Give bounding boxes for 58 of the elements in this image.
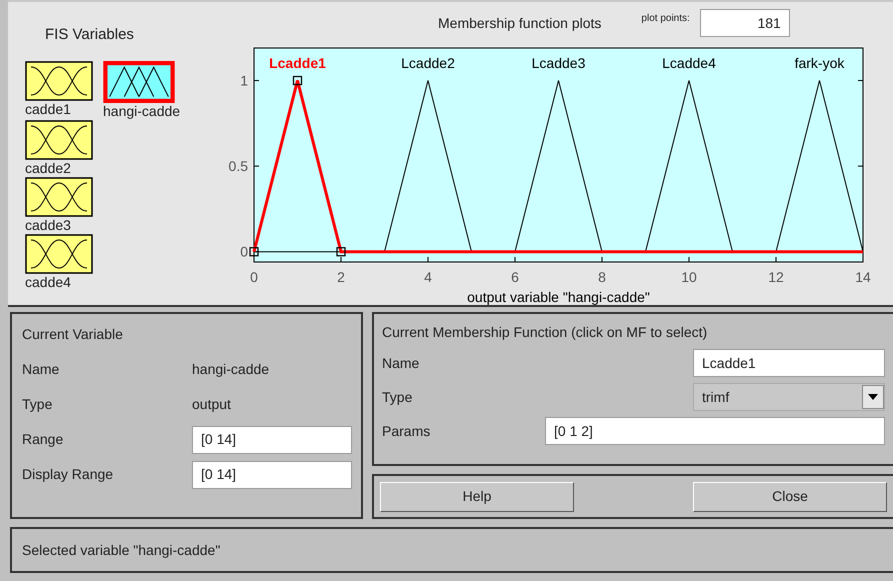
vertex-handle[interactable] — [336, 247, 346, 256]
field-label: Name — [382, 354, 420, 372]
field-label: Range — [22, 430, 64, 449]
x-tick-label: 10 — [681, 269, 697, 285]
input-variable-icon[interactable] — [25, 120, 93, 160]
membership-function-label: Lcadde2 — [401, 55, 455, 71]
x-axis-label: output variable "hangi-cadde" — [467, 289, 650, 305]
plot-points-field[interactable]: 181 — [700, 9, 790, 37]
input-variable-icon[interactable] — [25, 176, 93, 216]
mf-params-field[interactable]: [0 1 2] — [545, 417, 885, 445]
variable-label: cadde4 — [25, 274, 71, 290]
x-tick-label: 6 — [511, 269, 519, 285]
plot-title: Membership function plots — [438, 14, 602, 33]
membership-function-line[interactable] — [645, 80, 733, 252]
variable-type: output — [192, 395, 232, 414]
membership-function-label: Lcadde4 — [662, 55, 716, 71]
vertex-handle[interactable] — [292, 76, 302, 86]
x-tick-label: 2 — [337, 269, 345, 285]
field-label: Type — [382, 388, 412, 407]
caret-icon — [862, 385, 884, 409]
y-tick-label: 0.5 — [228, 158, 248, 174]
output-variable-icon[interactable] — [103, 60, 175, 102]
membership-function-label: fark-yok — [794, 55, 844, 71]
variable-label: cadde2 — [25, 160, 71, 176]
close-button[interactable]: Close — [693, 482, 887, 512]
help-button[interactable]: Help — [380, 482, 574, 512]
field-label: Name — [22, 360, 60, 379]
y-tick-label: 1 — [240, 72, 248, 89]
field-label: Type — [22, 395, 54, 414]
display-range-field[interactable]: [0 14] — [192, 460, 352, 488]
y-tick-label: 0 — [240, 244, 248, 260]
membership-function-label: Lcadde1 — [269, 55, 326, 71]
plot-points-label: plot points: — [641, 12, 690, 26]
mf-name-field[interactable]: Lcadde1 — [693, 349, 885, 377]
membership-function-line[interactable] — [384, 80, 472, 252]
panel-title: Current Variable — [22, 325, 124, 344]
x-tick-label: 0 — [250, 269, 258, 285]
x-tick-label: 8 — [598, 269, 606, 285]
variable-label: hangi-cadde — [103, 102, 180, 118]
status-bar: Selected variable "hangi-cadde" — [10, 527, 893, 573]
input-variable-icon[interactable] — [25, 60, 93, 100]
field-label: Params — [382, 422, 430, 440]
vertex-handle[interactable] — [249, 247, 259, 256]
membership-function-label: Lcadde3 — [532, 55, 586, 71]
x-tick-label: 14 — [855, 269, 871, 285]
x-tick-label: 4 — [424, 269, 432, 285]
mf-type-dropdown[interactable]: trimf — [693, 383, 885, 411]
range-field[interactable]: [0 14] — [192, 426, 352, 454]
variable-label: cadde3 — [25, 216, 71, 232]
panel-title: FIS Variables — [45, 25, 135, 45]
membership-function-line[interactable] — [776, 80, 864, 252]
field-label: Display Range — [22, 465, 114, 484]
membership-function-line[interactable] — [514, 80, 602, 252]
variable-name: hangi-cadde — [192, 360, 270, 379]
x-tick-label: 12 — [768, 269, 784, 285]
input-variable-icon[interactable] — [25, 234, 93, 274]
panel-title: Current Membership Function (click on MF to select) — [382, 323, 708, 342]
variable-label: cadde1 — [25, 100, 71, 116]
